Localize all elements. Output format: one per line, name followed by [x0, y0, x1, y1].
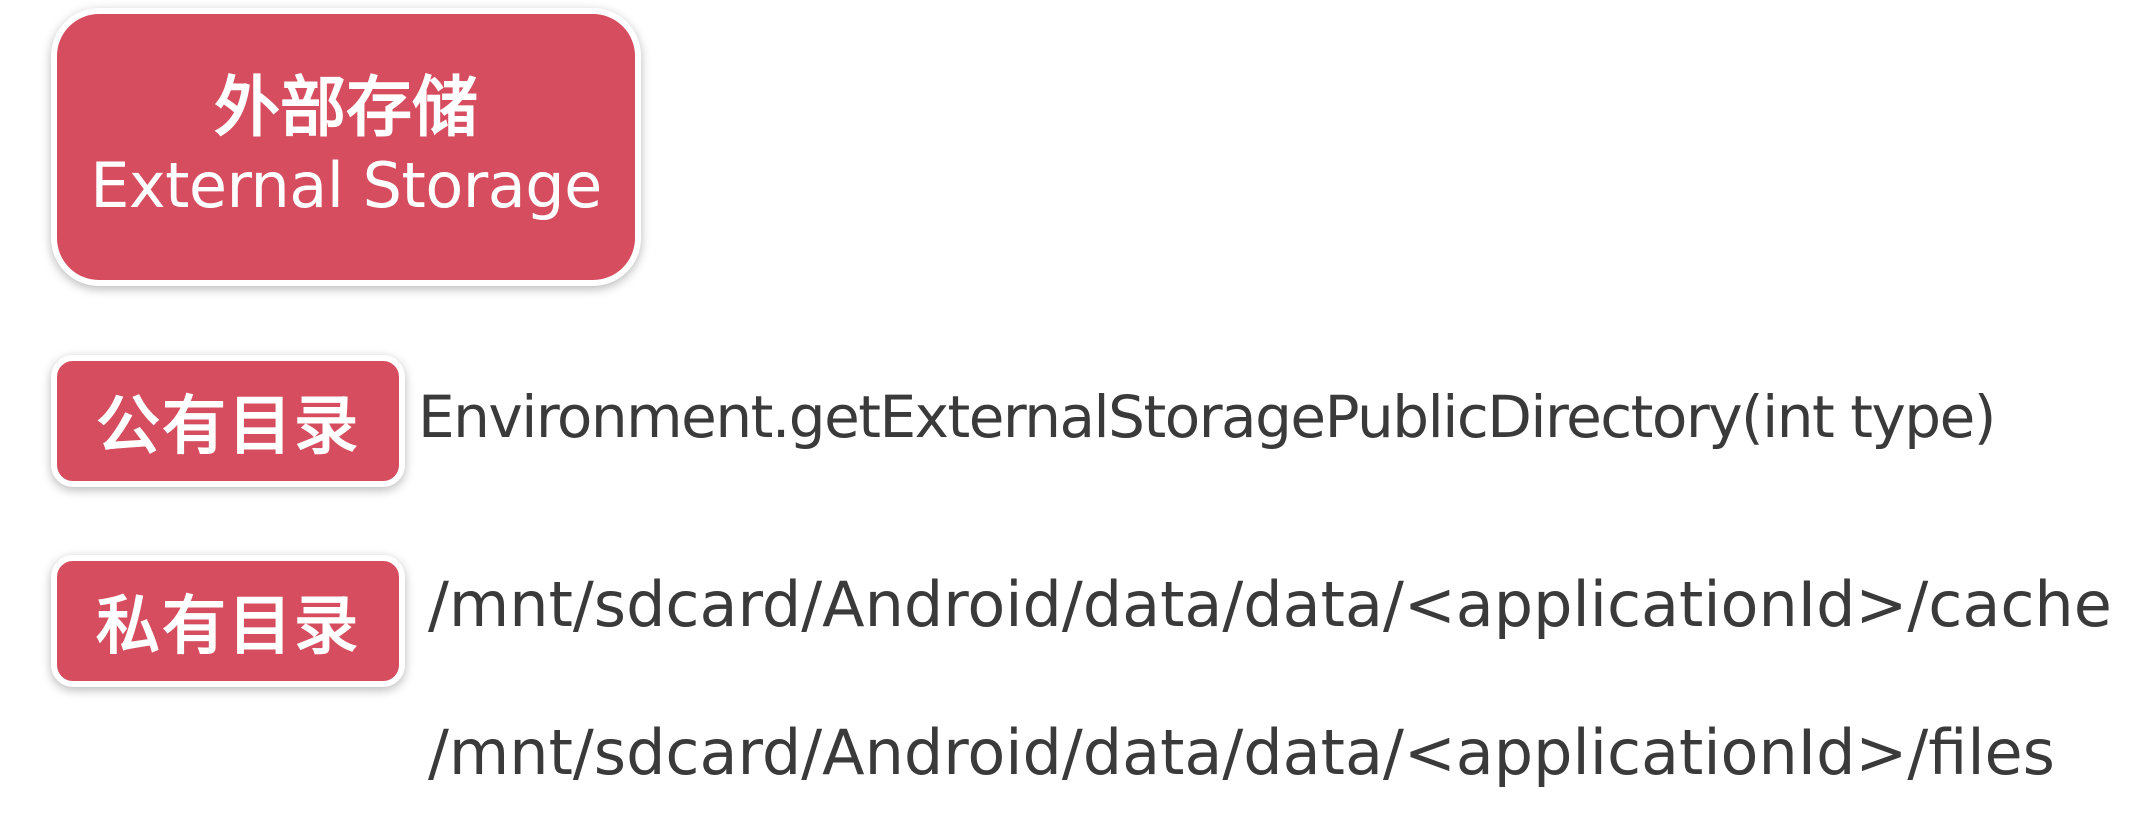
external-storage-title-badge: 外部存储 External Storage	[51, 8, 641, 286]
title-chinese: 外部存储	[214, 69, 478, 146]
title-english: External Storage	[90, 149, 602, 222]
public-directory-badge: 公有目录	[51, 355, 405, 487]
public-directory-api: Environment.getExternalStoragePublicDire…	[418, 383, 1996, 451]
private-cache-path: /mnt/sdcard/Android/data/data/<applicati…	[428, 568, 2112, 641]
private-files-path: /mnt/sdcard/Android/data/data/<applicati…	[428, 716, 2055, 789]
private-directory-badge: 私有目录	[51, 555, 405, 687]
